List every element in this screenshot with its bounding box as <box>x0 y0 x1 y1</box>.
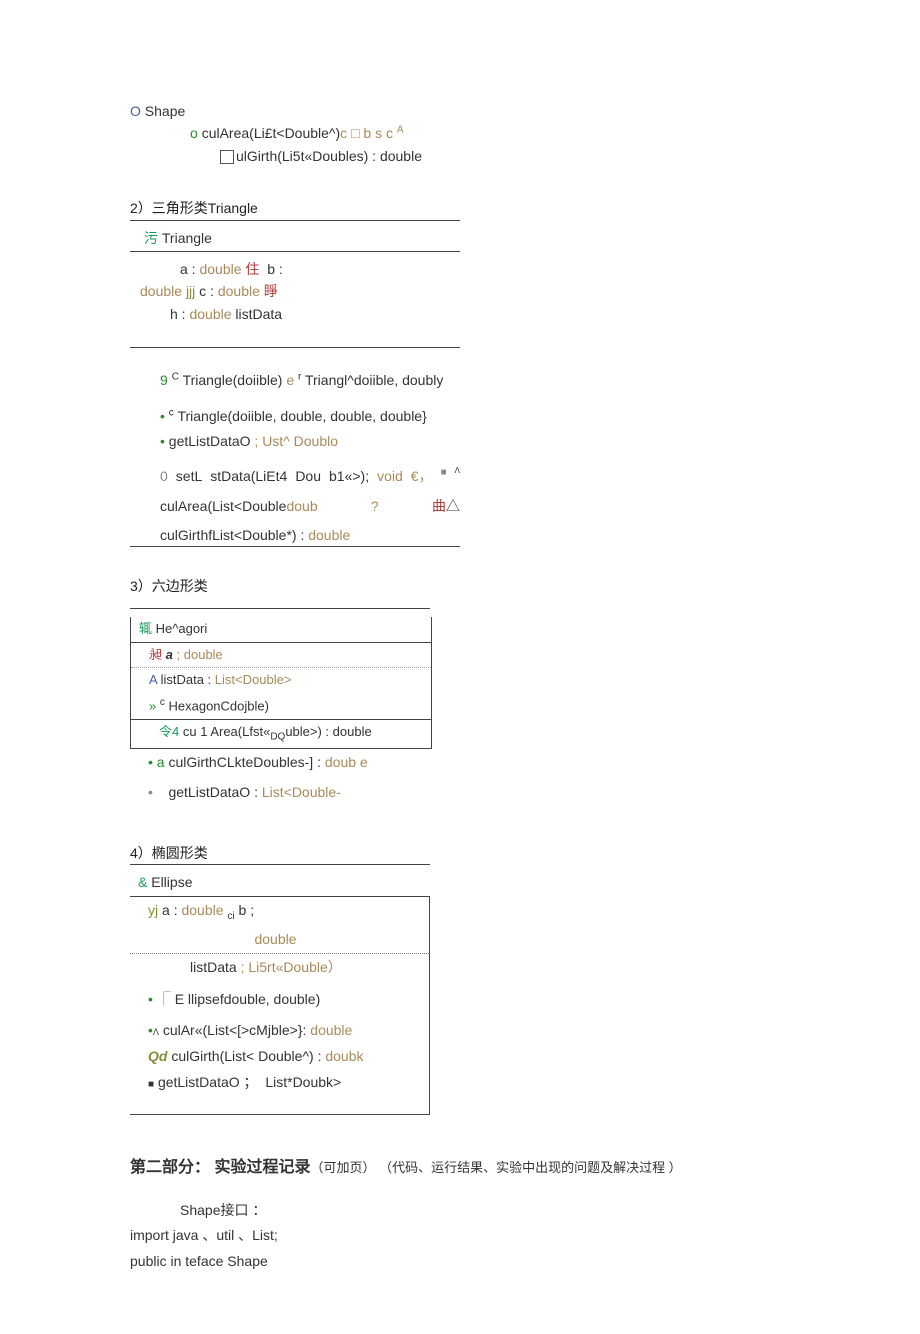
code-line-2: import java 、util 、List; <box>130 1223 790 1248</box>
ellipse-getlist: ■ getListDataO ； List*Doubk> <box>130 1069 429 1095</box>
triangle-setlist: 0 setL stData(LiEt4 Dou b1«>); void €， ■… <box>130 455 470 490</box>
box-icon <box>220 150 234 164</box>
ellipse-header: 4）椭圆形类 <box>130 842 430 865</box>
hexagon-title-row: 辄 He^agori <box>131 617 431 642</box>
hexagon-header: 3）六边形类 <box>130 575 790 597</box>
ellipse-culArea: •Λ culAr«(List<[>cMjble>}: double <box>130 1013 429 1043</box>
triangle-culArea: culArea(List<Doubledoub ? 曲△ <box>130 491 470 520</box>
circle-icon: o <box>190 125 198 141</box>
triangle-title-text: Triangle <box>162 230 212 246</box>
hexagon-getlist: • getListDataO : List<Double- <box>130 775 430 805</box>
shape-title-icon: O <box>130 103 141 119</box>
triangle-getlist: • getListDataO ; Ust^ Doublo <box>130 430 470 455</box>
hexagon-uml: 辄 He^agori 昶 a ; double A listData : Lis… <box>130 617 432 749</box>
hexagon-culGirth: • a culGirthCLkteDoubles-] : doub e <box>130 749 430 775</box>
shape-method-1: o culArea(Li£t<Double^)c □ b s c A <box>190 122 790 144</box>
code-line-1: Shape接口 ： <box>180 1198 790 1223</box>
ellipse-field-list: listData ; Li5rt«Double） <box>130 953 429 980</box>
ellipse-uml: & Ellipse yj a : double ci b ; double li… <box>130 869 430 1115</box>
triangle-title-icon: 污 <box>144 230 158 246</box>
ellipse-field-ab: yj a : double ci b ; <box>130 897 429 927</box>
ellipse-culGirth: Qd culGirth(List< Double^) : doubk <box>130 1043 429 1069</box>
shape-interface-block: O Shape o culArea(Li£t<Double^)c □ b s c… <box>130 100 790 167</box>
square-icon: ■ <box>148 1079 154 1090</box>
shape-title: O Shape <box>130 100 790 122</box>
triangle-ctor-2: • c Triangle(doiible, double, double, do… <box>130 395 470 430</box>
triangle-fields: a : double 住 b : double jjj c : double 睜… <box>130 252 470 329</box>
ellipse-title-row: & Ellipse <box>130 869 430 895</box>
hexagon-extra: • a culGirthCLkteDoubles-] : doub e • ge… <box>130 749 430 806</box>
hexagon-r1-icon: 昶 <box>149 647 162 662</box>
triangle-header: 2）三角形类Triangle <box>130 197 460 220</box>
code-line-3: public in teface Shape <box>130 1249 790 1274</box>
triangle-ctor-1: 9 C Triangle(doiible) e r Triangl^doiibl… <box>130 366 470 394</box>
ellipse-title-text: Ellipse <box>151 874 192 890</box>
triangle-culGirth: culGirthfList<Double*) : double <box>130 520 470 546</box>
shape-method-2: ulGirth(Li5t«Doubles) : double <box>220 145 790 167</box>
hexagon-ctor: » c HexagonCdojble) <box>131 693 431 719</box>
diamond-icon: 令4 <box>159 724 179 739</box>
hexagon-culArea: 令4 cu 1 Area(Lfst«DQuble>) : double <box>131 719 431 748</box>
ellipse-title-icon: & <box>138 874 147 890</box>
hexagon-title-text: He^agori <box>156 621 208 636</box>
code-block: Shape接口 ： import java 、util 、List; publi… <box>130 1198 790 1274</box>
hexagon-title-icon: 辄 <box>139 621 152 636</box>
section2-title: 第二部分： 实验过程记录（可加页） （代码、运行结果、实验中出现的问题及解决过程… <box>130 1155 790 1181</box>
triangle-uml: 污 Triangle a : double 住 b : double jjj c… <box>130 225 470 548</box>
triangle-title-row: 污 Triangle <box>130 225 470 251</box>
hexagon-field-list: A listData : List<Double> <box>131 668 431 693</box>
ellipse-field-b-type: double <box>130 926 429 952</box>
ellipse-ctor: • ⎾ E llipsefdouble, double) <box>130 980 429 1012</box>
shape-title-text: Shape <box>145 103 185 119</box>
hexagon-field-a: 昶 a ; double <box>131 642 431 669</box>
ellipse-r1-icon: yj <box>148 902 158 918</box>
